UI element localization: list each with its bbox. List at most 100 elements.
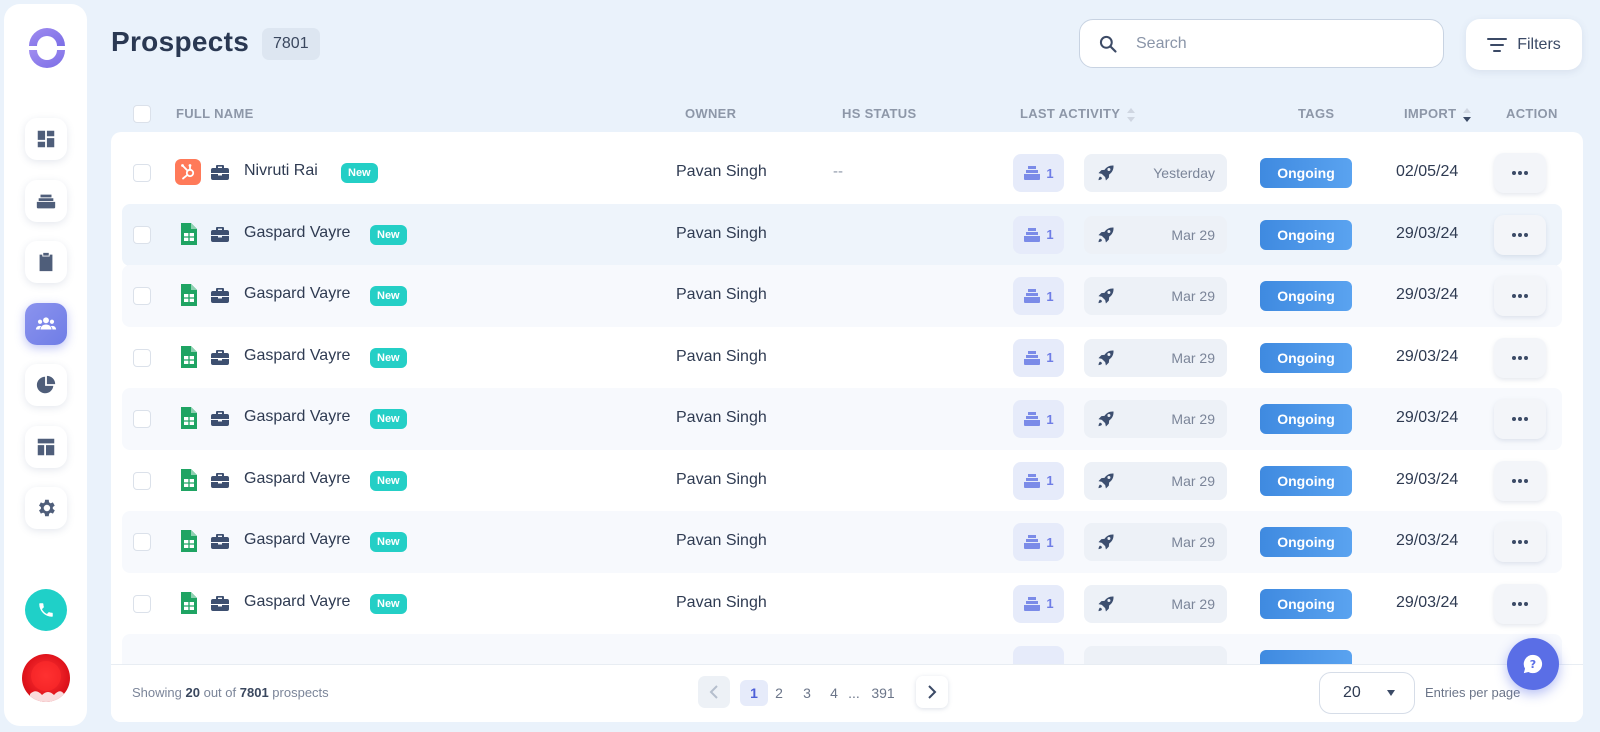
row-checkbox[interactable]: [133, 348, 151, 367]
activity-count-chip[interactable]: 1: [1013, 461, 1064, 500]
row-actions-button[interactable]: [1494, 153, 1546, 193]
prospect-name[interactable]: Gaspard Vayre: [244, 224, 350, 242]
col-import[interactable]: IMPORT: [1404, 106, 1472, 123]
tag-badge[interactable]: Ongoing: [1260, 158, 1352, 188]
help-chat-button[interactable]: ?: [1507, 638, 1559, 690]
nav-reports[interactable]: [25, 364, 67, 406]
prospect-name[interactable]: Gaspard Vayre: [244, 593, 350, 611]
page-last[interactable]: 391: [869, 680, 897, 706]
chevron-right-icon: [928, 685, 937, 699]
app-logo[interactable]: [26, 27, 68, 69]
page-3[interactable]: 3: [799, 680, 815, 706]
page-2[interactable]: 2: [771, 680, 787, 706]
prospect-name[interactable]: Gaspard Vayre: [244, 285, 350, 303]
last-activity-chip[interactable]: Mar 29: [1084, 584, 1227, 623]
col-tags[interactable]: TAGS: [1298, 106, 1334, 121]
activity-count-chip[interactable]: 1: [1013, 584, 1064, 623]
row-checkbox[interactable]: [133, 225, 151, 244]
row-checkbox[interactable]: [133, 471, 151, 490]
nav-prospects[interactable]: [25, 303, 67, 345]
last-activity-chip[interactable]: Mar 29: [1084, 523, 1227, 561]
activity-count-chip[interactable]: 1: [1013, 277, 1064, 315]
entries-per-page-select[interactable]: 20: [1319, 672, 1415, 714]
table-row[interactable]: Gaspard Vayre New Pavan Singh 1 Mar 29 Ongoin…: [122, 327, 1562, 389]
last-activity-chip[interactable]: Mar 29: [1084, 277, 1227, 315]
col-owner[interactable]: OWNER: [685, 106, 736, 121]
tag-badge[interactable]: Ongoing: [1260, 588, 1352, 619]
table-row[interactable]: Gaspard Vayre New Pavan Singh 1 Mar 29 Ongoin…: [122, 450, 1562, 512]
activity-count-chip[interactable]: 1: [1013, 215, 1064, 254]
col-hs-status[interactable]: HS STATUS: [842, 106, 916, 121]
col-full-name[interactable]: FULL NAME: [176, 106, 254, 121]
google-sheets-icon: [181, 468, 197, 491]
row-checkbox[interactable]: [133, 164, 151, 182]
prospect-name[interactable]: Nivruti Rai: [244, 162, 318, 180]
prev-page-button[interactable]: [698, 676, 730, 708]
prospects-table: Nivruti Rai New Pavan Singh -- 1 Yesterday Ong…: [111, 132, 1583, 722]
row-actions-button[interactable]: [1494, 399, 1546, 439]
row-checkbox[interactable]: [133, 594, 151, 613]
row-checkbox[interactable]: [133, 287, 151, 305]
row-actions-button[interactable]: [1494, 583, 1546, 624]
search-box[interactable]: [1079, 19, 1444, 68]
next-page-button[interactable]: [916, 676, 948, 708]
tag-badge[interactable]: Ongoing: [1260, 219, 1352, 250]
row-actions-button[interactable]: [1494, 337, 1546, 378]
hubspot-icon: [175, 159, 201, 185]
activity-count-chip[interactable]: 1: [1013, 154, 1064, 192]
search-input[interactable]: [1136, 34, 1416, 53]
help-chat-icon: ?: [1523, 654, 1543, 674]
filters-button[interactable]: Filters: [1466, 19, 1582, 70]
table-row[interactable]: Nivruti Rai New Pavan Singh -- 1 Yesterday Ong…: [122, 142, 1562, 204]
sort-desc-icon[interactable]: [1462, 107, 1472, 123]
activity-count-chip[interactable]: 1: [1013, 400, 1064, 438]
select-all-checkbox[interactable]: [133, 105, 151, 123]
last-activity-chip: [1084, 646, 1227, 664]
page-4[interactable]: 4: [826, 680, 842, 706]
tag-badge[interactable]: Ongoing: [1260, 465, 1352, 496]
last-activity-chip[interactable]: Mar 29: [1084, 338, 1227, 377]
last-activity-chip[interactable]: Mar 29: [1084, 400, 1227, 438]
nav-settings[interactable]: [25, 487, 67, 529]
page-ellipsis: ...: [848, 685, 860, 701]
gear-icon: [39, 499, 55, 517]
prospect-name[interactable]: Gaspard Vayre: [244, 531, 350, 549]
last-activity-chip[interactable]: Mar 29: [1084, 215, 1227, 254]
tag-badge[interactable]: Ongoing: [1260, 281, 1352, 311]
last-activity-date: Yesterday: [1153, 165, 1215, 181]
row-actions-button[interactable]: [1494, 522, 1546, 562]
row-checkbox[interactable]: [133, 410, 151, 428]
row-actions-button[interactable]: [1494, 214, 1546, 255]
last-activity-chip[interactable]: Mar 29: [1084, 461, 1227, 500]
last-activity-chip[interactable]: Yesterday: [1084, 154, 1227, 192]
tag-badge[interactable]: Ongoing: [1260, 404, 1352, 434]
activity-count-chip[interactable]: 1: [1013, 338, 1064, 377]
nav-tasks[interactable]: [25, 241, 67, 283]
row-checkbox[interactable]: [133, 533, 151, 551]
table-row[interactable]: Gaspard Vayre New Pavan Singh 1 Mar 29 Ongoin…: [122, 511, 1562, 573]
prospect-name[interactable]: Gaspard Vayre: [244, 408, 350, 426]
prospect-name[interactable]: Gaspard Vayre: [244, 347, 350, 365]
page-1[interactable]: 1: [740, 680, 768, 706]
nav-templates[interactable]: [25, 426, 67, 468]
col-last-activity[interactable]: LAST ACTIVITY: [1020, 106, 1136, 123]
tag-badge[interactable]: Ongoing: [1260, 527, 1352, 557]
table-row[interactable]: Gaspard Vayre New Pavan Singh 1 Mar 29 Ongoin…: [122, 265, 1562, 327]
briefcase-icon: [211, 288, 229, 303]
new-badge: New: [341, 163, 378, 183]
user-avatar[interactable]: [22, 654, 70, 702]
inbox-stack-icon: [1024, 535, 1041, 549]
row-actions-button[interactable]: [1494, 460, 1546, 501]
tag-badge[interactable]: Ongoing: [1260, 342, 1352, 373]
nav-inbox[interactable]: [25, 180, 67, 222]
briefcase-icon: [211, 349, 229, 365]
prospect-name[interactable]: Gaspard Vayre: [244, 470, 350, 488]
activity-count-chip[interactable]: 1: [1013, 523, 1064, 561]
table-row[interactable]: Gaspard Vayre New Pavan Singh 1 Mar 29 Ongoin…: [122, 573, 1562, 635]
table-row[interactable]: Gaspard Vayre New Pavan Singh 1 Mar 29 Ongoin…: [122, 388, 1562, 450]
table-row[interactable]: Gaspard Vayre New Pavan Singh 1 Mar 29 Ongoin…: [122, 203, 1562, 266]
call-button[interactable]: [25, 589, 67, 631]
row-actions-button[interactable]: [1494, 276, 1546, 316]
sort-icon[interactable]: [1126, 107, 1136, 123]
nav-dashboard[interactable]: [25, 118, 67, 160]
